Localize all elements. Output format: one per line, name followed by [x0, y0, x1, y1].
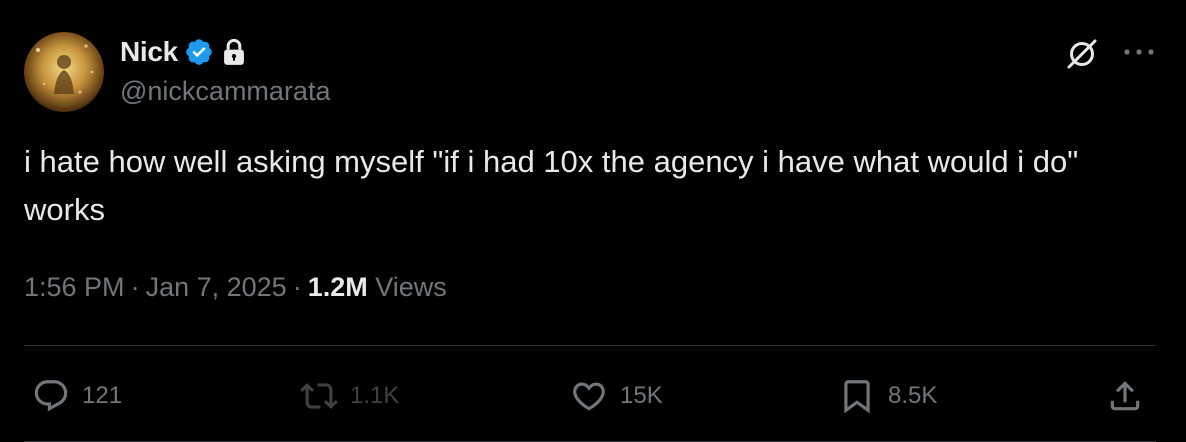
- lock-icon: [224, 38, 244, 65]
- avatar-image: [24, 32, 104, 112]
- share-icon: [1110, 381, 1140, 411]
- verified-badge-icon[interactable]: [184, 37, 214, 67]
- divider: [24, 345, 1156, 346]
- heart-icon: [573, 382, 605, 411]
- reply-icon: [34, 380, 68, 412]
- bookmark-count: 8.5K: [888, 382, 938, 409]
- retweet-button[interactable]: 1.1K: [300, 374, 399, 418]
- views-count[interactable]: 1.2M: [308, 272, 368, 302]
- bookmark-button[interactable]: 8.5K: [838, 374, 937, 418]
- reply-button[interactable]: 121: [32, 374, 122, 418]
- share-button[interactable]: [1106, 374, 1144, 418]
- retweet-icon: [300, 383, 338, 409]
- tweet: Nick @nickcammarata i hate how well aski…: [0, 0, 1186, 442]
- meta-separator: ·: [130, 272, 140, 302]
- tweet-text: i hate how well asking myself "if i had …: [24, 144, 1079, 227]
- grok-icon[interactable]: [1064, 36, 1100, 72]
- avatar[interactable]: [24, 32, 104, 112]
- author-name[interactable]: Nick: [120, 36, 178, 68]
- retweet-count: 1.1K: [350, 382, 400, 409]
- reply-count: 121: [82, 382, 123, 409]
- views-label: Views: [375, 272, 447, 302]
- like-count: 15K: [620, 382, 663, 409]
- meta-separator: ·: [292, 272, 302, 302]
- author-name-row: Nick: [120, 34, 246, 70]
- bookmark-icon: [844, 380, 870, 414]
- like-button[interactable]: 15K: [570, 374, 663, 418]
- tweet-time[interactable]: 1:56 PM: [24, 272, 125, 302]
- author-handle[interactable]: @nickcammarata: [120, 76, 330, 107]
- more-icon[interactable]: [1122, 46, 1156, 58]
- tweet-meta: 1:56 PM · Jan 7, 2025 · 1.2M Views: [24, 272, 447, 303]
- tweet-date[interactable]: Jan 7, 2025: [146, 272, 287, 302]
